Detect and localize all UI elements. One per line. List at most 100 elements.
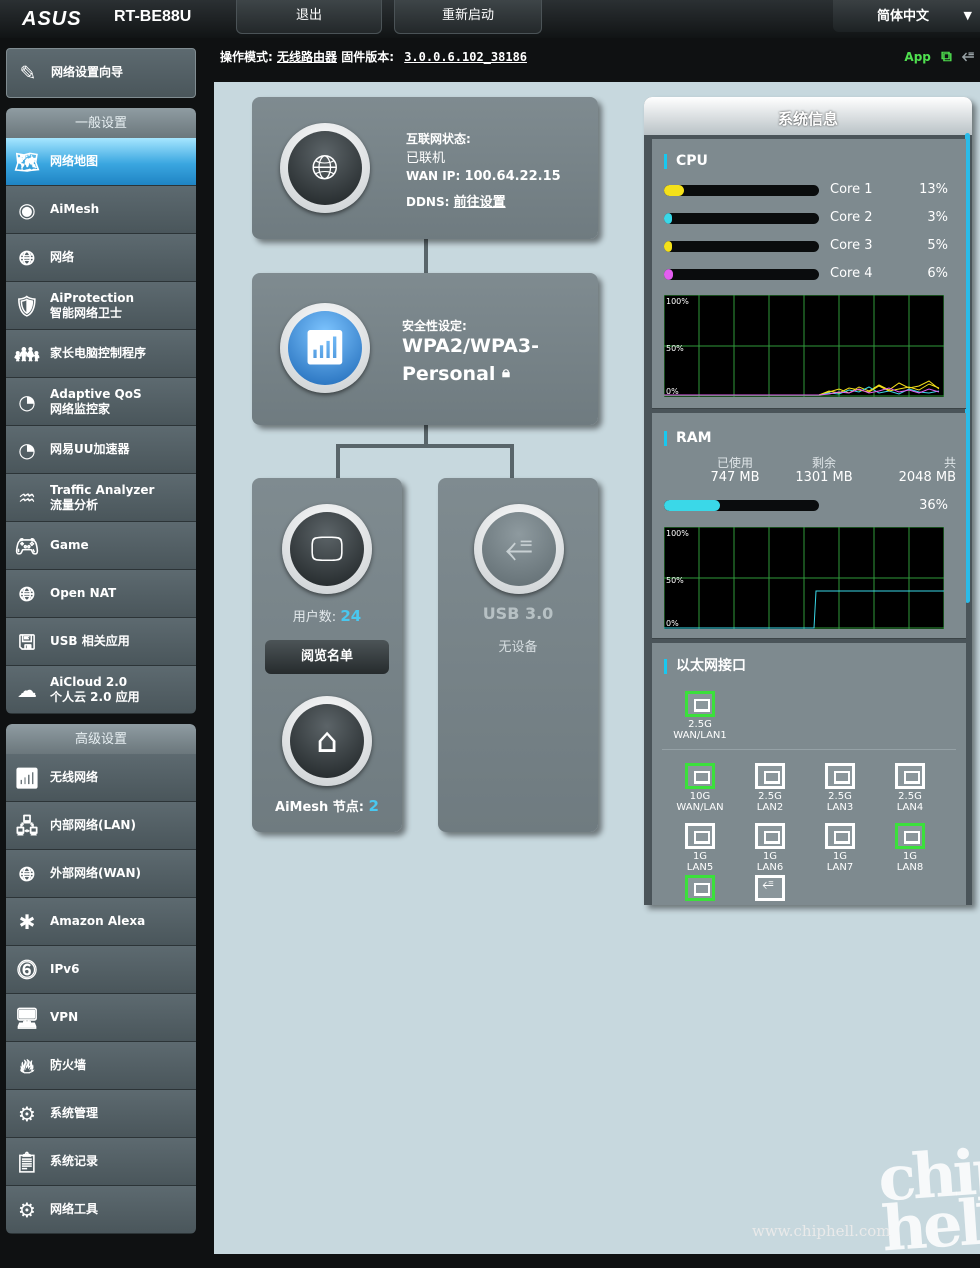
sidebar-item-general-0[interactable]: 🗺︎ 网络地图 — [6, 138, 196, 186]
sidebar-item-advanced-1[interactable]: 🖧︎ 内部网络(LAN) — [6, 802, 196, 850]
internet-globe-icon[interactable]: 🌐︎ — [280, 123, 370, 213]
ethernet-port[interactable]: 1G LAN5 — [670, 823, 730, 873]
sidebar-item-general-7[interactable]: ♒︎ Traffic Analyzer 流量分析 — [6, 474, 196, 522]
usb-status-icon[interactable]: ⭀ — [962, 47, 974, 65]
port-name: LAN3 — [826, 802, 854, 813]
port-extra[interactable] — [670, 875, 730, 903]
sidebar-item-label: Open NAT — [50, 586, 117, 600]
sidebar-item-advanced-5[interactable]: 🖥︎ VPN — [6, 994, 196, 1042]
sidebar-item-general-4[interactable]: 👪︎ 家长电脑控制程序 — [6, 330, 196, 378]
sidebar-item-general-11[interactable]: ☁︎ AiCloud 2.0 个人云 2.0 应用 — [6, 666, 196, 714]
ethernet-port-icon — [755, 823, 785, 849]
ethernet-port[interactable]: 2.5G LAN2 — [740, 763, 800, 813]
sidebar-item-general-3[interactable]: 🛡︎ AiProtection 智能网络卫士 — [6, 282, 196, 330]
security-panel[interactable]: 📶︎ 安全性设定: WPA2/WPA3- Personal 🔒︎ — [252, 273, 598, 425]
internet-status-panel[interactable]: 🌐︎ 互联网状态: 已联机 WAN IP: 100.64.22.15 DDNS:… — [252, 97, 598, 239]
ethernet-port[interactable]: 1G LAN8 — [880, 823, 940, 873]
ethernet-port[interactable]: 2.5G LAN3 — [810, 763, 870, 813]
sidebar-item-advanced-8[interactable]: 📋︎ 系统记录 — [6, 1138, 196, 1186]
aimesh-icon[interactable]: ⌂ — [282, 696, 372, 786]
cpu-core-fill — [664, 213, 672, 224]
ethernet-port[interactable]: 2.5G LAN4 — [880, 763, 940, 813]
sidebar-item-icon: 🖫︎ — [18, 630, 36, 654]
sidebar-item-label: AiProtection — [50, 290, 134, 305]
sidebar-item-label: 防火墙 — [50, 1058, 87, 1072]
computer-icon[interactable]: 🖵︎ — [282, 504, 372, 594]
graph-tick-label: 100% — [666, 529, 689, 538]
sidebar-item-label: AiCloud 2.0 — [50, 674, 128, 689]
language-value: 简体中文 — [877, 9, 930, 24]
usb-icon[interactable]: ⭀ — [474, 504, 564, 594]
router-icon[interactable]: 📶︎ — [280, 303, 370, 393]
graph-tick-label: 50% — [666, 576, 684, 585]
sidebar-item-label: AiMesh — [50, 202, 100, 216]
connection-icon[interactable]: ⧉ — [941, 47, 952, 65]
port-name: LAN5 — [686, 862, 714, 873]
sidebar-item-label: USB 相关应用 — [50, 634, 130, 648]
divider — [662, 749, 956, 750]
sidebar-item-label: 网络工具 — [50, 1202, 99, 1216]
sidebar-item-label: 网络 — [50, 250, 75, 264]
sidebar-item-wizard[interactable]: ✎ 网络设置向导 — [6, 48, 196, 98]
sidebar-item-general-10[interactable]: 🖫︎ USB 相关应用 — [6, 618, 196, 666]
cpu-core-bar — [664, 241, 819, 252]
sidebar-item-icon: ⚙︎ — [18, 1198, 36, 1222]
app-link[interactable]: App — [904, 50, 930, 64]
port-name: LAN2 — [756, 802, 784, 813]
ram-total-label: 共 — [943, 456, 956, 470]
usb-panel[interactable]: ⭀ USB 3.0 无设备 — [438, 478, 598, 832]
mode-link[interactable]: 无线路由器 — [277, 50, 337, 64]
sidebar-item-advanced-6[interactable]: 🔥︎ 防火墙 — [6, 1042, 196, 1090]
reboot-button[interactable]: 重新启动 — [394, 0, 542, 34]
port-speed: 1G — [692, 851, 708, 862]
sidebar-item-general-9[interactable]: 🌐︎ Open NAT — [6, 570, 196, 618]
ethernet-port-icon — [685, 691, 715, 717]
view-list-button[interactable]: 阅览名单 — [265, 640, 389, 674]
clients-count: 24 — [340, 607, 362, 625]
usb-port[interactable] — [740, 875, 800, 903]
ram-title: RAM — [664, 431, 712, 446]
sidebar-item-general-1[interactable]: ◉ AiMesh — [6, 186, 196, 234]
sidebar-item-advanced-0[interactable]: 📶︎ 无线网络 — [6, 754, 196, 802]
cpu-core-bar — [664, 269, 819, 280]
sidebar-item-general-8[interactable]: 🎮︎ Game — [6, 522, 196, 570]
port-name: LAN6 — [756, 862, 784, 873]
sidebar-item-general-5[interactable]: ◔ Adaptive QoS 网络监控家 — [6, 378, 196, 426]
ethernet-port[interactable]: 1G LAN7 — [810, 823, 870, 873]
sidebar-item-icon: 📋︎ — [14, 1150, 40, 1174]
sidebar-item-advanced-2[interactable]: 🌐︎ 外部网络(WAN) — [6, 850, 196, 898]
clients-panel[interactable]: 🖵︎ 用户数: 24 阅览名单 ⌂ AiMesh 节点: 2 — [252, 478, 402, 832]
ram-used-label: 已使用 — [716, 456, 753, 470]
firmware-link[interactable]: 3.0.0.6.102_38186 — [404, 50, 527, 64]
cpu-core-bar — [664, 185, 819, 196]
port-name: LAN4 — [896, 802, 924, 813]
port-speed: 2.5G — [758, 791, 782, 802]
sidebar-item-general-6[interactable]: ◔ 网易UU加速器 — [6, 426, 196, 474]
ddns-settings-link[interactable]: 前往设置 — [454, 195, 506, 210]
system-info-title: 系统信息 — [644, 97, 972, 135]
ethernet-port-icon — [895, 763, 925, 789]
sidebar-item-advanced-9[interactable]: ⚙︎ 网络工具 — [6, 1186, 196, 1234]
app-icons: App ⧉ ⭀ — [904, 47, 974, 65]
status-info-bar: 操作模式: 无线路由器 固件版本: 3.0.0.6.102_38186 — [220, 48, 527, 65]
sidebar-item-icon: ◉ — [18, 198, 36, 222]
language-select[interactable]: 简体中文 ▼ — [833, 0, 980, 32]
chiphell-logo: chip hell — [875, 1133, 980, 1266]
logout-button[interactable]: 退出 — [236, 0, 382, 34]
sidebar-item-label: 网络地图 — [50, 154, 99, 168]
cpu-core-name: Core 4 — [830, 266, 873, 281]
sidebar-item-label: IPv6 — [50, 962, 80, 976]
wan-port[interactable]: 2.5G WAN/LAN1 — [668, 691, 732, 741]
wan-port-speed: 2.5G — [688, 719, 712, 730]
sidebar-item-advanced-4[interactable]: ⓺ IPv6 — [6, 946, 196, 994]
sidebar-item-advanced-7[interactable]: ⚙︎ 系统管理 — [6, 1090, 196, 1138]
ethernet-port[interactable]: 1G LAN6 — [740, 823, 800, 873]
graph-series-line — [664, 380, 940, 396]
sidebar-item-general-2[interactable]: 🌐︎ 网络 — [6, 234, 196, 282]
sidebar-item-label: 网易UU加速器 — [50, 442, 130, 456]
watermark-url: www.chiphell.com — [752, 1222, 891, 1240]
cpu-core-name: Core 1 — [830, 182, 873, 197]
ethernet-port[interactable]: 10G WAN/LAN — [670, 763, 730, 813]
sidebar-item-advanced-3[interactable]: ✱ Amazon Alexa — [6, 898, 196, 946]
port-speed: 2.5G — [898, 791, 922, 802]
